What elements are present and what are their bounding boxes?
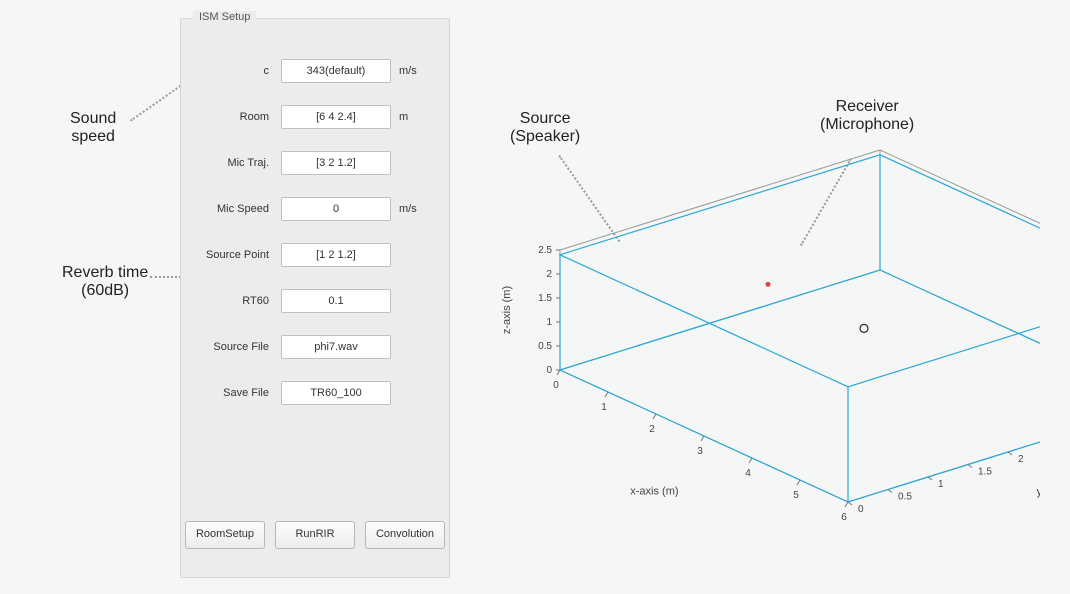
- svg-text:1: 1: [938, 479, 944, 490]
- input-source-point[interactable]: [1 2 1.2]: [281, 243, 391, 267]
- run-rir-button[interactable]: RunRIR: [275, 521, 355, 549]
- unit-mic-speed: m/s: [399, 203, 417, 215]
- row-room: Room [6 4 2.4] m: [181, 105, 449, 135]
- row-source-file: Source File phi7.wav: [181, 335, 449, 365]
- label-source-point: Source Point: [181, 249, 269, 261]
- svg-text:0.5: 0.5: [898, 492, 912, 503]
- ism-setup-panel: ISM Setup c 343(default) m/s Room [6 4 2…: [180, 18, 450, 578]
- label-source-file: Source File: [181, 341, 269, 353]
- svg-text:1: 1: [601, 402, 607, 413]
- svg-text:z-axis (m): z-axis (m): [501, 286, 513, 334]
- row-source-point: Source Point [1 2 1.2]: [181, 243, 449, 273]
- room-setup-button[interactable]: RoomSetup: [185, 521, 265, 549]
- row-c: c 343(default) m/s: [181, 59, 449, 89]
- label-save-file: Save File: [181, 387, 269, 399]
- svg-text:2: 2: [546, 269, 552, 280]
- svg-text:1.5: 1.5: [538, 293, 552, 304]
- svg-text:1: 1: [546, 317, 552, 328]
- button-bar: RoomSetup RunRIR Convolution: [181, 521, 449, 549]
- svg-text:2: 2: [649, 424, 655, 435]
- svg-text:0.5: 0.5: [538, 341, 552, 352]
- label-rt60: RT60: [181, 295, 269, 307]
- svg-text:0: 0: [858, 504, 864, 515]
- annotation-reverb-time: Reverb time (60dB): [62, 264, 148, 300]
- svg-text:4: 4: [745, 468, 751, 479]
- svg-text:2: 2: [1018, 454, 1024, 465]
- svg-text:2.5: 2.5: [538, 245, 552, 256]
- row-rt60: RT60 0.1: [181, 289, 449, 319]
- input-mic-traj[interactable]: [3 2 1.2]: [281, 151, 391, 175]
- input-mic-speed[interactable]: 0: [281, 197, 391, 221]
- row-mic-traj: Mic Traj. [3 2 1.2]: [181, 151, 449, 181]
- svg-text:6: 6: [841, 512, 847, 523]
- svg-text:5: 5: [793, 490, 799, 501]
- input-rt60[interactable]: 0.1: [281, 289, 391, 313]
- annotation-sound-speed: Sound speed: [70, 110, 116, 146]
- label-c: c: [181, 65, 269, 77]
- svg-text:x-axis (m): x-axis (m): [630, 486, 678, 498]
- row-mic-speed: Mic Speed 0 m/s: [181, 197, 449, 227]
- input-room[interactable]: [6 4 2.4]: [281, 105, 391, 129]
- convolution-button[interactable]: Convolution: [365, 521, 445, 549]
- svg-text:3: 3: [697, 446, 703, 457]
- label-mic-speed: Mic Speed: [181, 203, 269, 215]
- unit-room: m: [399, 111, 408, 123]
- panel-title: ISM Setup: [193, 11, 256, 23]
- input-c[interactable]: 343(default): [281, 59, 391, 83]
- svg-text:y-axis (m): y-axis (m): [1037, 486, 1040, 498]
- svg-text:0: 0: [546, 365, 552, 376]
- input-source-file[interactable]: phi7.wav: [281, 335, 391, 359]
- input-save-file[interactable]: TR60_100: [281, 381, 391, 405]
- unit-c: m/s: [399, 65, 417, 77]
- room-3d-plot: 0 0.5 1 1.5 2 2.5 z-axis (m) 0 1 2 3 4 5 6 x-axis (m) 0…: [480, 120, 1040, 550]
- label-room: Room: [181, 111, 269, 123]
- svg-text:0: 0: [553, 380, 559, 391]
- label-mic-traj: Mic Traj.: [181, 157, 269, 169]
- row-save-file: Save File TR60_100: [181, 381, 449, 411]
- svg-text:1.5: 1.5: [978, 467, 992, 478]
